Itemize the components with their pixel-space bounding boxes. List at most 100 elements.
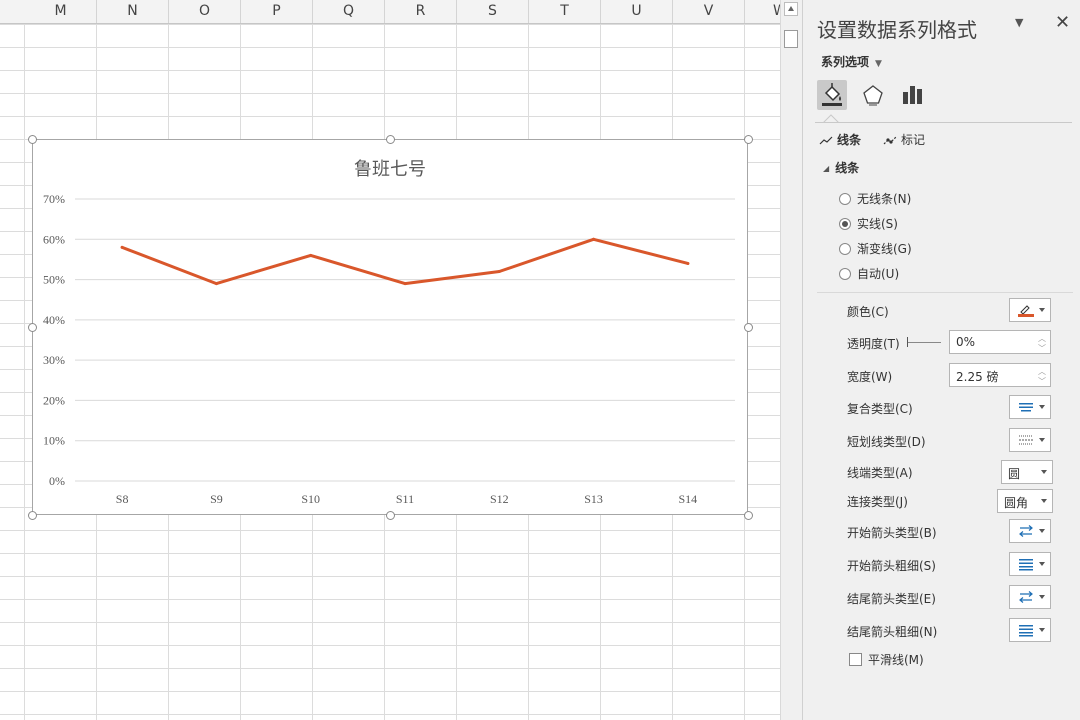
resize-handle-bottom-left[interactable]	[28, 511, 37, 520]
y-tick-label: 70%	[43, 192, 65, 206]
dash-type-label: 短划线类型(D)	[847, 435, 926, 449]
series-point[interactable]	[686, 261, 690, 265]
column-header-q[interactable]: Q	[313, 0, 385, 23]
series-point[interactable]	[497, 270, 501, 274]
x-tick-label: S9	[210, 492, 223, 506]
resize-handle-left[interactable]	[28, 323, 37, 332]
dash-type-button[interactable]	[1009, 428, 1051, 452]
begin-arrow-type-button[interactable]	[1009, 519, 1051, 543]
series-point[interactable]	[403, 282, 407, 286]
end-arrow-type-label: 结尾箭头类型(E)	[847, 592, 936, 606]
column-headers: M N O P Q R S T U V W	[0, 0, 780, 24]
compound-lines-icon	[1019, 403, 1033, 412]
transparency-slider-track[interactable]	[907, 342, 941, 346]
row-gridline	[0, 691, 780, 692]
row-gridline	[0, 70, 780, 71]
radio-button[interactable]	[839, 193, 851, 205]
begin-arrow-size-button[interactable]	[1009, 552, 1051, 576]
series-point[interactable]	[120, 245, 124, 249]
x-tick-label: S10	[301, 492, 320, 506]
resize-handle-bottom-right[interactable]	[744, 511, 753, 520]
scroll-thumb[interactable]	[784, 30, 798, 48]
radio-button[interactable]	[839, 268, 851, 280]
spin-down-icon[interactable]: ﹀	[1038, 376, 1046, 387]
end-arrow-size-button[interactable]	[1009, 618, 1051, 642]
row-gridline	[0, 116, 780, 117]
series-options-label: 系列选项	[821, 55, 870, 69]
fill-and-line-tab[interactable]	[817, 80, 847, 110]
column-header-v[interactable]: V	[673, 0, 745, 23]
column-header-p[interactable]: P	[241, 0, 313, 23]
row-gridline	[0, 24, 780, 25]
x-tick-label: S12	[490, 492, 509, 506]
chevron-down-icon	[1039, 595, 1045, 599]
x-tick-label: S13	[584, 492, 603, 506]
subtab-line[interactable]: 线条	[819, 131, 861, 148]
close-icon[interactable]: ✕	[1055, 12, 1070, 33]
pane-options-chevron-icon[interactable]: ▼	[1015, 16, 1023, 29]
join-type-select[interactable]: 圆角	[997, 489, 1053, 513]
cap-type-select[interactable]: 圆	[1001, 460, 1053, 484]
row-gridline	[0, 530, 780, 531]
tab-divider	[815, 122, 1072, 123]
color-label: 颜色(C)	[847, 305, 889, 319]
section-line-header[interactable]: ◢ 线条	[823, 159, 859, 176]
column-header-n[interactable]: N	[97, 0, 169, 23]
chart[interactable]: 鲁班七号 0% 10% 20% 30% 40% 50% 60% 70% S8 S9 S10 S11 S1…	[32, 139, 748, 515]
end-arrow-type-button[interactable]	[1009, 585, 1051, 609]
radio-automatic-label: 自动(U)	[857, 267, 900, 281]
end-arrow-size-label: 结尾箭头粗细(N)	[847, 625, 938, 639]
line-color-button[interactable]	[1009, 298, 1051, 322]
transparency-spinner[interactable]: 0% ︿ ﹀	[949, 330, 1051, 354]
radio-solid-line-label: 实线(S)	[857, 217, 898, 231]
pentagon-icon	[863, 85, 883, 106]
compound-type-button[interactable]	[1009, 395, 1051, 419]
smooth-line-checkbox[interactable]	[849, 653, 862, 666]
smooth-line-option[interactable]: 平滑线(M)	[849, 651, 924, 668]
section-divider	[817, 292, 1073, 293]
series-options-tab[interactable]	[898, 80, 928, 110]
section-line-label: 线条	[835, 161, 860, 175]
resize-handle-right[interactable]	[744, 323, 753, 332]
column-header-t[interactable]: T	[529, 0, 601, 23]
radio-gradient-line[interactable]: 渐变线(G)	[839, 240, 912, 257]
chevron-down-icon	[1041, 470, 1047, 474]
radio-no-line[interactable]: 无线条(N)	[839, 190, 911, 207]
pen-color-icon	[1018, 305, 1034, 317]
y-tick-label: 30%	[43, 353, 65, 367]
column-header-r[interactable]: R	[385, 0, 457, 23]
scroll-up-arrow-icon[interactable]	[784, 2, 798, 16]
join-type-label: 连接类型(J)	[847, 495, 908, 509]
spin-down-icon[interactable]: ﹀	[1038, 343, 1046, 354]
column-header-o[interactable]: O	[169, 0, 241, 23]
radio-button[interactable]	[839, 218, 851, 230]
width-spinner[interactable]: 2.25 磅 ︿ ﹀	[949, 363, 1051, 387]
radio-solid-line[interactable]: 实线(S)	[839, 215, 898, 232]
series-options-dropdown[interactable]: 系列选项 ▼	[821, 53, 882, 70]
series-point[interactable]	[592, 237, 596, 241]
x-tick-label: S14	[679, 492, 698, 506]
cap-type-value: 圆	[1008, 467, 1021, 481]
arrow-size-icon	[1019, 559, 1033, 571]
resize-handle-bottom[interactable]	[386, 511, 395, 520]
transparency-slider-thumb[interactable]	[907, 337, 908, 347]
radio-gradient-line-label: 渐变线(G)	[857, 242, 912, 256]
x-tick-label: S11	[396, 492, 414, 506]
resize-handle-top[interactable]	[386, 135, 395, 144]
series-point[interactable]	[214, 282, 218, 286]
subtab-line-label: 线条	[837, 133, 862, 147]
join-type-value: 圆角	[1004, 496, 1029, 510]
vertical-scrollbar[interactable]	[780, 0, 802, 720]
column-header-u[interactable]: U	[601, 0, 673, 23]
column-header-m[interactable]: M	[25, 0, 97, 23]
column-header-s[interactable]: S	[457, 0, 529, 23]
resize-handle-top-right[interactable]	[744, 135, 753, 144]
effects-tab[interactable]	[858, 80, 888, 110]
resize-handle-top-left[interactable]	[28, 135, 37, 144]
radio-automatic[interactable]: 自动(U)	[839, 265, 899, 282]
subtab-marker[interactable]: 标记	[883, 131, 925, 148]
series-line[interactable]	[120, 237, 690, 286]
column-header-w[interactable]: W	[745, 0, 780, 23]
radio-button[interactable]	[839, 243, 851, 255]
series-point[interactable]	[309, 253, 313, 257]
